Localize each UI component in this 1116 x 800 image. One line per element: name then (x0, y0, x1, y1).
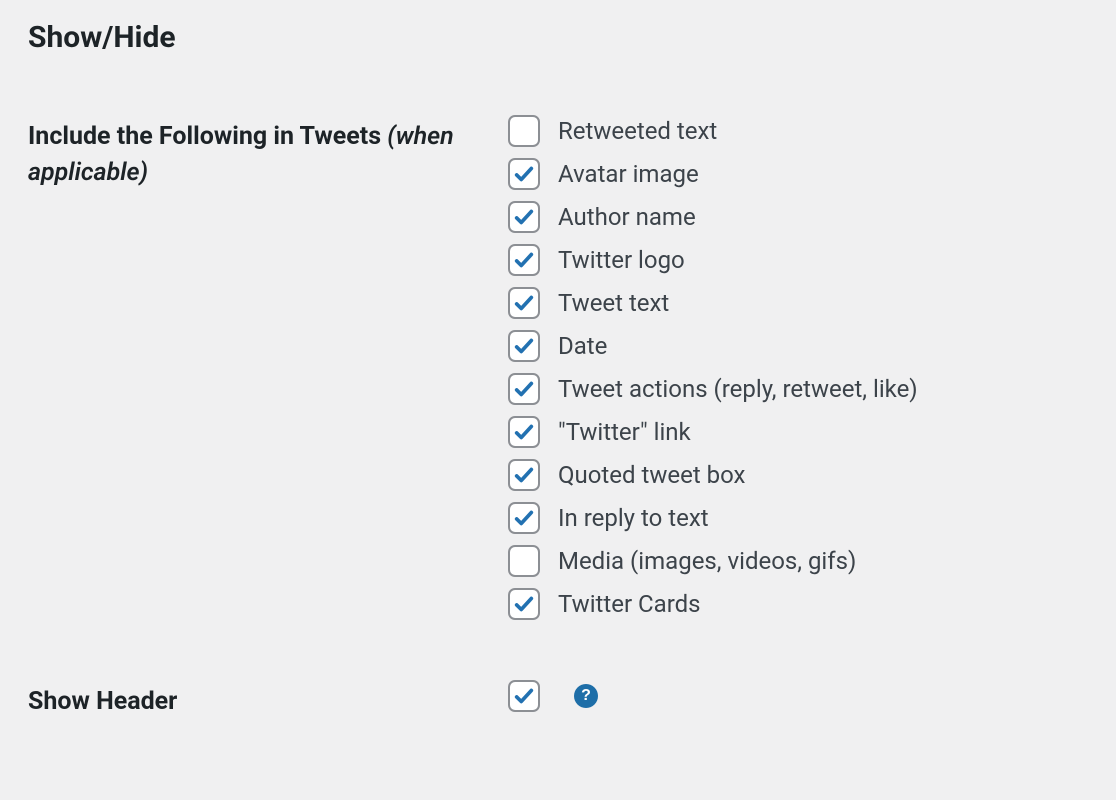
checkbox-label: Twitter Cards (558, 590, 701, 618)
checkbox[interactable] (508, 158, 540, 190)
checkbox[interactable] (508, 545, 540, 577)
help-icon[interactable]: ? (574, 684, 598, 708)
checkbox-item: Author name (508, 201, 1088, 233)
checkbox-item: Avatar image (508, 158, 1088, 190)
checkbox-label: Quoted tweet box (558, 461, 745, 489)
checkbox[interactable] (508, 459, 540, 491)
show-header-checkbox[interactable] (508, 680, 540, 712)
checkbox-label: Avatar image (558, 160, 699, 188)
checkbox[interactable] (508, 588, 540, 620)
checkbox-item: Media (images, videos, gifs) (508, 545, 1088, 577)
checkbox-item: In reply to text (508, 502, 1088, 534)
checkbox-item: Tweet text (508, 287, 1088, 319)
checkbox[interactable] (508, 502, 540, 534)
checkbox-label: Retweeted text (558, 117, 717, 145)
section-title: Show/Hide (28, 20, 1088, 55)
include-label-main: Include the Following in Tweets (28, 122, 387, 151)
checkbox-item: Date (508, 330, 1088, 362)
checkbox[interactable] (508, 244, 540, 276)
checkbox[interactable] (508, 201, 540, 233)
checkbox-label: In reply to text (558, 504, 709, 532)
show-header-label: Show Header (28, 680, 508, 720)
checkbox[interactable] (508, 287, 540, 319)
checkbox-label: Tweet actions (reply, retweet, like) (558, 375, 918, 403)
checkbox-item: Retweeted text (508, 115, 1088, 147)
checkbox[interactable] (508, 373, 540, 405)
checkbox-item: Tweet actions (reply, retweet, like) (508, 373, 1088, 405)
checkbox[interactable] (508, 416, 540, 448)
checkbox-label: Author name (558, 203, 696, 231)
checkbox-item: Quoted tweet box (508, 459, 1088, 491)
checkbox-list: Retweeted text Avatar image Author name Twi… (508, 115, 1088, 620)
checkbox-item: Twitter Cards (508, 588, 1088, 620)
checkbox-label: Twitter logo (558, 246, 685, 274)
checkbox-label: "Twitter" link (558, 418, 691, 446)
checkbox-item: "Twitter" link (508, 416, 1088, 448)
checkbox[interactable] (508, 115, 540, 147)
include-in-tweets-row: Include the Following in Tweets (when ap… (28, 115, 1088, 620)
checkbox-label: Tweet text (558, 289, 669, 317)
checkbox-item: Twitter logo (508, 244, 1088, 276)
show-header-row: Show Header ? (28, 680, 1088, 720)
checkbox[interactable] (508, 330, 540, 362)
include-in-tweets-content: Retweeted text Avatar image Author name Twi… (508, 115, 1088, 620)
checkbox-label: Date (558, 332, 607, 360)
show-header-content: ? (508, 680, 1088, 712)
checkbox-label: Media (images, videos, gifs) (558, 547, 856, 575)
include-in-tweets-label: Include the Following in Tweets (when ap… (28, 115, 508, 192)
